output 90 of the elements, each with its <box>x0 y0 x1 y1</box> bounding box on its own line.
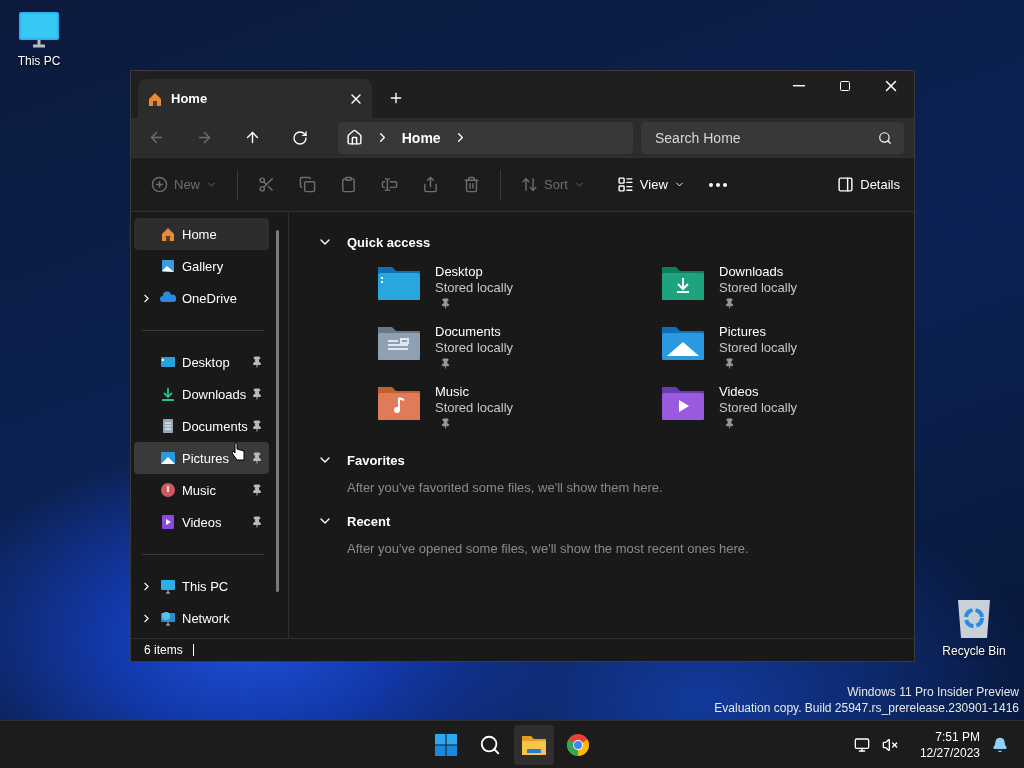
address-bar[interactable]: Home <box>337 121 633 154</box>
list-icon <box>616 176 634 193</box>
monitor-icon <box>160 354 176 370</box>
search-icon <box>878 130 892 145</box>
navigation-item[interactable]: Home <box>134 218 269 250</box>
navigation-item[interactable]: Gallery <box>134 250 269 282</box>
empty-message: After you've opened some files, we'll show the most recent ones here. <box>346 540 750 558</box>
video-icon <box>160 514 176 530</box>
navigation-item[interactable]: Pictures <box>134 442 269 474</box>
navigation-item[interactable]: Network <box>134 602 269 634</box>
section-heading[interactable]: Favorites <box>347 452 405 468</box>
house-icon <box>160 226 176 242</box>
folder-location: Stored locally <box>435 340 514 356</box>
folder-name: Music <box>435 384 470 400</box>
search-icon <box>479 733 501 756</box>
folder-tile[interactable]: Downloads Stored locally <box>661 264 861 316</box>
folder-name: Pictures <box>719 324 767 340</box>
section-heading[interactable]: Quick access <box>347 234 431 250</box>
maximize-icon <box>839 80 851 92</box>
browser-logo-icon <box>566 732 590 757</box>
os-version-text: Windows 11 Pro Insider Preview <box>846 684 1019 700</box>
folder-tile[interactable]: Desktop Stored locally <box>377 264 661 316</box>
view-button[interactable]: View <box>612 168 689 201</box>
document-icon <box>160 418 176 434</box>
navigation-item[interactable]: This PC <box>134 570 269 602</box>
download-icon <box>160 386 176 402</box>
windows-logo-icon <box>434 732 458 757</box>
monitor-icon <box>160 578 176 594</box>
trash-icon <box>463 176 480 193</box>
monitor-icon <box>17 10 61 50</box>
folder-icon <box>377 324 421 362</box>
details-button[interactable]: Details <box>833 168 904 201</box>
folder-icon <box>521 733 547 756</box>
folder-icon <box>661 384 705 422</box>
picture-icon <box>160 450 176 466</box>
house-icon <box>345 129 363 146</box>
taskbar-app-button[interactable] <box>514 724 554 765</box>
network-icon[interactable] <box>853 736 870 753</box>
clipboard-icon <box>340 176 357 193</box>
folder-tile[interactable]: Documents Stored locally <box>377 324 661 376</box>
folder-location: Stored locally <box>435 280 514 296</box>
os-version-text: Evaluation copy. Build 25947.rs_prerelease.230901-1416 <box>714 700 1019 716</box>
folder-name: Desktop <box>435 264 484 280</box>
breadcrumb[interactable]: Home <box>401 129 441 146</box>
folder-icon <box>661 264 705 302</box>
folder-location: Stored locally <box>719 340 798 356</box>
search-field[interactable]: Search Home <box>641 121 904 154</box>
navigation-item[interactable]: Videos <box>134 506 269 538</box>
empty-message: After you've favorited some files, we'll show them here. <box>346 479 664 497</box>
folder-icon <box>377 384 421 422</box>
ellipsis-icon <box>708 182 727 187</box>
rename-icon <box>381 176 398 193</box>
navigation-item[interactable]: OneDrive <box>134 282 269 314</box>
desktop-icon-label[interactable]: Recycle Bin <box>942 644 1006 658</box>
notification-bell-icon[interactable] <box>992 736 1008 753</box>
clock[interactable]: 7:51 PM 12/27/2023 <box>919 728 980 761</box>
network-icon <box>160 610 176 626</box>
navigation-item[interactable]: Music <box>134 474 269 506</box>
folder-location: Stored locally <box>719 400 798 416</box>
house-icon <box>147 90 163 107</box>
plus-icon <box>388 90 404 106</box>
folder-icon <box>377 264 421 302</box>
folder-location: Stored locally <box>435 400 514 416</box>
minimize-icon <box>793 85 805 87</box>
details-pane-icon <box>837 176 855 193</box>
folder-tile[interactable]: Music Stored locally <box>377 384 661 436</box>
sort-icon <box>521 176 538 193</box>
refresh-icon <box>291 129 308 146</box>
folder-tile[interactable]: Pictures Stored locally <box>661 324 861 376</box>
tab[interactable]: Home <box>138 79 372 118</box>
folder-tile[interactable]: Videos Stored locally <box>661 384 861 436</box>
navigation-item[interactable]: Desktop <box>134 346 269 378</box>
folder-icon <box>661 324 705 362</box>
gallery-icon <box>160 258 176 274</box>
scissors-icon <box>258 176 275 193</box>
navigation-item[interactable]: Downloads <box>134 378 269 410</box>
muted-speaker-icon[interactable] <box>881 736 898 753</box>
scrollbar[interactable] <box>276 230 279 592</box>
section-heading[interactable]: Recent <box>347 513 391 529</box>
folder-name: Documents <box>435 324 502 340</box>
desktop-icon-label[interactable]: This PC <box>17 54 61 68</box>
share-icon <box>422 176 439 193</box>
folder-name: Videos <box>719 384 760 400</box>
plus-circle-icon <box>151 176 168 193</box>
copy-icon <box>299 176 316 193</box>
navigation-item[interactable]: Documents <box>134 410 269 442</box>
item-count: 6 items <box>144 643 183 657</box>
folder-name: Downloads <box>719 264 785 280</box>
pointer-cursor-icon <box>231 442 245 462</box>
folder-location: Stored locally <box>719 280 798 296</box>
